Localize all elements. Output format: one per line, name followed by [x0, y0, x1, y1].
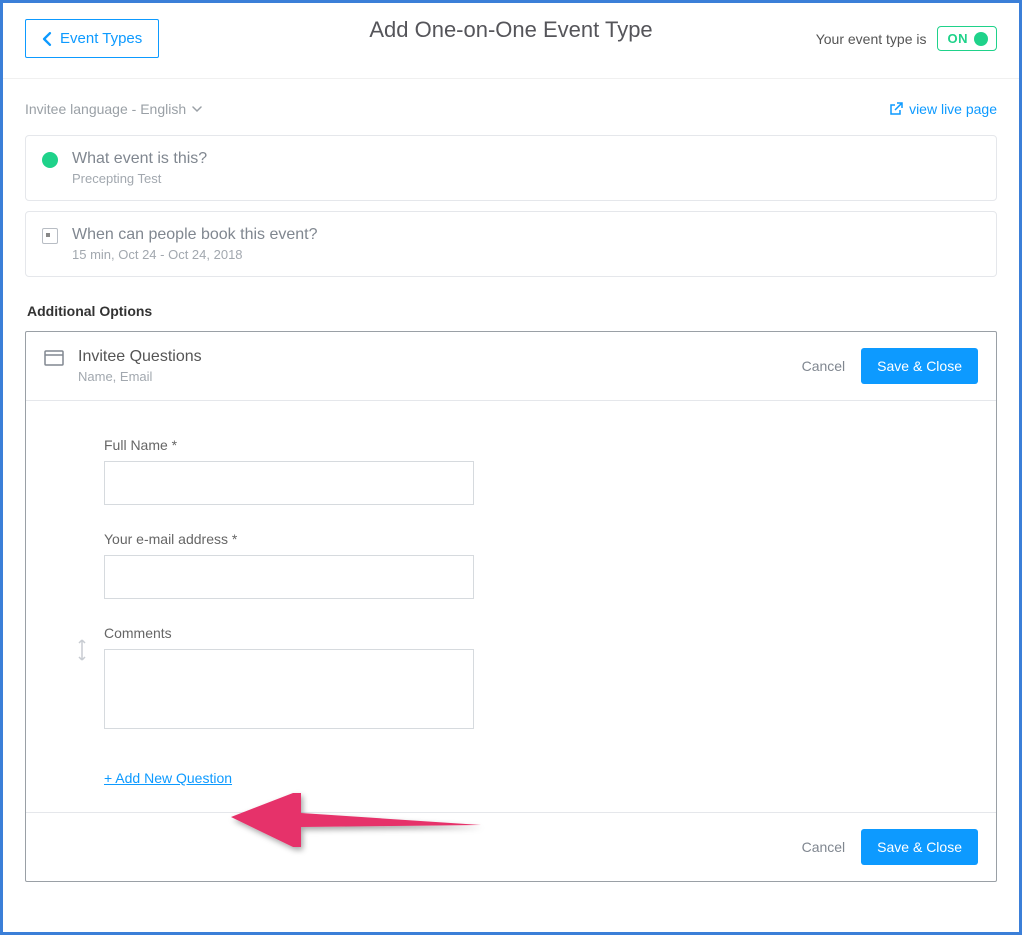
panel-subtitle: Name, Email [78, 369, 202, 384]
status-prefix: Your event type is [816, 31, 927, 47]
language-selector[interactable]: Invitee language - English [25, 101, 202, 117]
save-close-button-bottom[interactable]: Save & Close [861, 829, 978, 865]
chevron-down-icon [192, 106, 202, 113]
section-when-book[interactable]: When can people book this event? 15 min,… [25, 211, 997, 277]
invitee-questions-panel: Invitee Questions Name, Email Cancel Sav… [25, 331, 997, 882]
full-name-input[interactable] [104, 461, 474, 505]
page-title: Add One-on-One Event Type [369, 17, 652, 43]
section-title: What event is this? [72, 150, 207, 168]
panel-title: Invitee Questions [78, 348, 202, 366]
comments-input[interactable] [104, 649, 474, 729]
section-subtitle: Precepting Test [72, 171, 207, 186]
form-icon [44, 350, 64, 366]
event-toggle[interactable]: ON [937, 26, 998, 51]
section-title: When can people book this event? [72, 226, 318, 244]
back-button[interactable]: Event Types [25, 19, 159, 58]
section-what-event[interactable]: What event is this? Precepting Test [25, 135, 997, 201]
add-new-question-link[interactable]: + Add New Question [104, 770, 232, 786]
view-live-label: view live page [909, 101, 997, 117]
view-live-link[interactable]: view live page [889, 101, 997, 117]
cancel-button-top[interactable]: Cancel [802, 358, 846, 374]
status-dot-icon [42, 152, 58, 168]
save-close-button-top[interactable]: Save & Close [861, 348, 978, 384]
comments-label: Comments [104, 625, 474, 641]
calendar-icon [42, 228, 58, 244]
external-link-icon [889, 102, 903, 116]
toggle-label: ON [948, 31, 969, 46]
email-label: Your e-mail address * [104, 531, 474, 547]
email-input[interactable] [104, 555, 474, 599]
full-name-label: Full Name * [104, 437, 474, 453]
back-button-label: Event Types [60, 30, 142, 47]
drag-handle-icon[interactable] [76, 639, 90, 666]
toggle-dot-icon [974, 32, 988, 46]
cancel-button-bottom[interactable]: Cancel [802, 839, 846, 855]
chevron-left-icon [42, 32, 52, 46]
section-subtitle: 15 min, Oct 24 - Oct 24, 2018 [72, 247, 318, 262]
additional-options-label: Additional Options [27, 303, 997, 319]
language-label: Invitee language - English [25, 101, 186, 117]
